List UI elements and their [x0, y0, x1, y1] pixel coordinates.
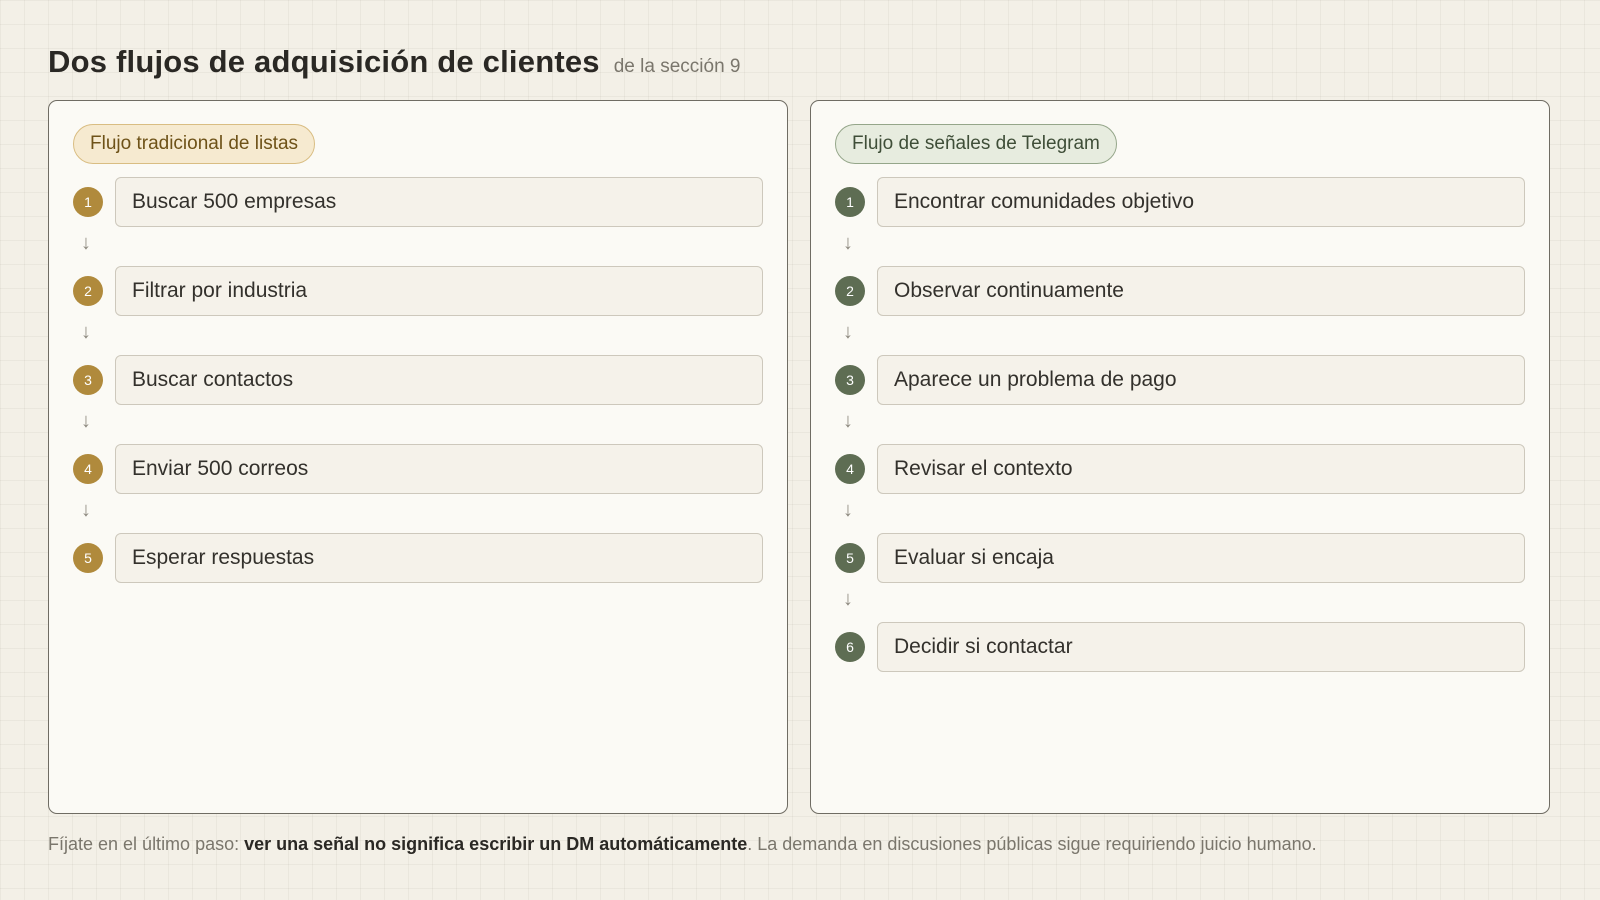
flow-step: 1 Encontrar comunidades objetivo ↓	[835, 177, 1525, 253]
flow-step: 3 Aparece un problema de pago ↓	[835, 355, 1525, 431]
page-title: Dos flujos de adquisición de clientes	[48, 44, 600, 79]
flow-step: 6 Decidir si contactar	[835, 622, 1525, 672]
flow-step: 4 Enviar 500 correos ↓	[73, 444, 763, 520]
down-arrow-icon: ↓	[81, 321, 91, 343]
traditional-flow-tag: Flujo tradicional de listas	[73, 124, 316, 164]
down-arrow-icon: ↓	[843, 232, 853, 254]
traditional-flow-panel: Flujo tradicional de listas 1 Buscar 500…	[48, 100, 788, 814]
flow-step: 1 Buscar 500 empresas ↓	[73, 177, 763, 253]
footer-emphasis: ver una señal no significa escribir un D…	[244, 834, 748, 854]
step-number: 4	[835, 454, 865, 484]
step-number: 6	[835, 632, 865, 662]
step-number: 4	[73, 454, 103, 484]
down-arrow-icon: ↓	[81, 499, 91, 521]
step-box: Observar continuamente	[877, 266, 1525, 316]
step-box: Esperar respuestas	[115, 533, 763, 583]
flow-step: 3 Buscar contactos ↓	[73, 355, 763, 431]
footer-suffix: . La demanda en discusiones públicas sig…	[747, 834, 1317, 854]
down-arrow-icon: ↓	[81, 232, 91, 254]
telegram-flow-steps: 1 Encontrar comunidades objetivo ↓ 2 Obs…	[835, 177, 1525, 711]
page-header: Dos flujos de adquisición de clientes de…	[48, 44, 740, 80]
flow-step: 2 Filtrar por industria ↓	[73, 266, 763, 342]
step-number: 2	[835, 276, 865, 306]
step-number: 5	[73, 543, 103, 573]
step-box: Decidir si contactar	[877, 622, 1525, 672]
flow-step: 5 Evaluar si encaja ↓	[835, 533, 1525, 609]
step-box: Revisar el contexto	[877, 444, 1525, 494]
step-box: Buscar contactos	[115, 355, 763, 405]
down-arrow-icon: ↓	[843, 499, 853, 521]
down-arrow-icon: ↓	[843, 321, 853, 343]
step-number: 3	[73, 365, 103, 395]
down-arrow-icon: ↓	[843, 588, 853, 610]
page-subtitle: de la sección 9	[613, 56, 741, 77]
traditional-flow-steps: 1 Buscar 500 empresas ↓ 2 Filtrar por in…	[73, 177, 763, 622]
step-box: Evaluar si encaja	[877, 533, 1525, 583]
step-box: Filtrar por industria	[115, 266, 763, 316]
footer-note: Fíjate en el último paso: ver una señal …	[48, 834, 1317, 855]
telegram-flow-panel: Flujo de señales de Telegram 1 Encontrar…	[810, 100, 1550, 814]
flow-step: 2 Observar continuamente ↓	[835, 266, 1525, 342]
down-arrow-icon: ↓	[843, 410, 853, 432]
flow-step: 5 Esperar respuestas	[73, 533, 763, 583]
step-number: 3	[835, 365, 865, 395]
telegram-flow-tag: Flujo de señales de Telegram	[835, 124, 1117, 164]
step-number: 1	[835, 187, 865, 217]
step-box: Buscar 500 empresas	[115, 177, 763, 227]
flow-step: 4 Revisar el contexto ↓	[835, 444, 1525, 520]
step-box: Enviar 500 correos	[115, 444, 763, 494]
step-box: Aparece un problema de pago	[877, 355, 1525, 405]
down-arrow-icon: ↓	[81, 410, 91, 432]
step-number: 1	[73, 187, 103, 217]
footer-prefix: Fíjate en el último paso:	[48, 834, 245, 854]
step-number: 2	[73, 276, 103, 306]
step-number: 5	[835, 543, 865, 573]
step-box: Encontrar comunidades objetivo	[877, 177, 1525, 227]
